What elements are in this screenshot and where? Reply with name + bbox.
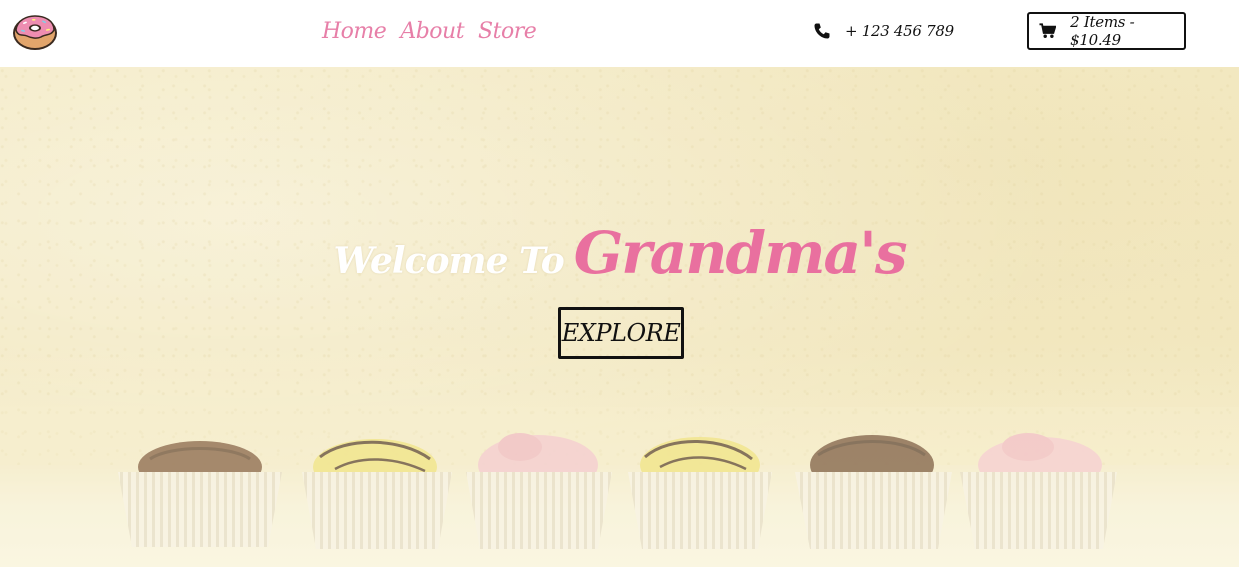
brand-name: Grandma's bbox=[573, 219, 908, 287]
donut-logo-icon[interactable] bbox=[11, 11, 59, 51]
phone-icon bbox=[814, 23, 830, 39]
explore-button[interactable]: EXPLORE bbox=[558, 307, 684, 359]
phone-contact: + 123 456 789 bbox=[813, 18, 954, 44]
shopping-cart-icon bbox=[1039, 23, 1057, 38]
hero-heading: Welcome To Grandma's bbox=[0, 219, 1239, 287]
nav-home-link[interactable]: Home bbox=[322, 19, 387, 44]
nav-store-link[interactable]: Store bbox=[478, 19, 537, 44]
phone-number: + 123 456 789 bbox=[845, 22, 954, 40]
cart-button[interactable]: 2 Items - $10.49 bbox=[1027, 12, 1186, 50]
cart-summary: 2 Items - $10.49 bbox=[1070, 13, 1135, 49]
welcome-prefix: Welcome To bbox=[333, 240, 565, 282]
hero-banner: Welcome To Grandma's EXPLORE bbox=[0, 67, 1239, 567]
navbar: Home About Store + 123 456 789 2 Items -… bbox=[0, 0, 1239, 67]
main-nav: Home About Store bbox=[322, 14, 537, 48]
nav-about-link[interactable]: About bbox=[400, 19, 464, 44]
cupcakes-photo bbox=[0, 407, 1239, 567]
